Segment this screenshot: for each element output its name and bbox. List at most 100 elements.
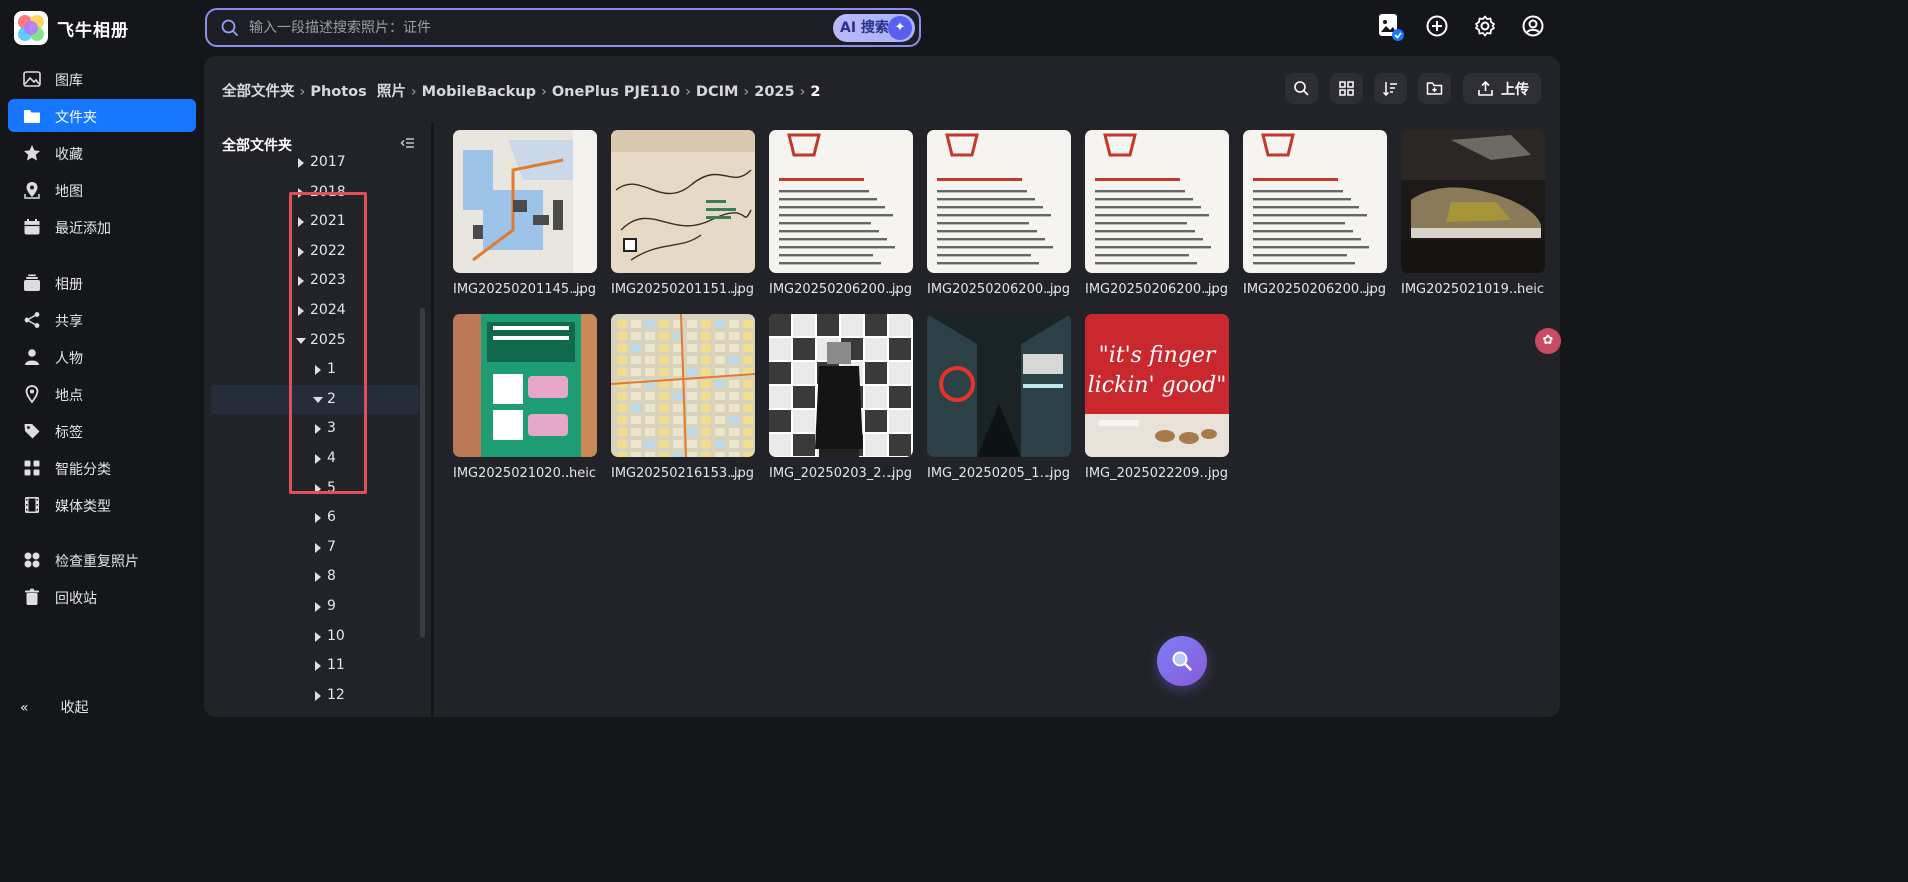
photo-filename: IMG2025021019… — [1401, 282, 1522, 297]
breadcrumb-item[interactable]: Photos 照片 — [310, 80, 406, 101]
floating-search-button[interactable] — [1157, 636, 1207, 686]
collapse-icon: « — [20, 700, 29, 716]
search-button[interactable] — [1285, 73, 1318, 104]
tree-folder-row[interactable]: 12 — [211, 681, 419, 710]
photo-item[interactable]: IMG2025021020… .heic — [453, 314, 597, 482]
sidebar-item-4[interactable]: 最近添加 — [8, 210, 196, 243]
photo-thumbnail[interactable] — [1401, 130, 1545, 273]
tree-folder-row[interactable]: 10 — [211, 622, 419, 651]
photo-thumbnail[interactable] — [769, 314, 913, 457]
photo-thumbnail[interactable] — [611, 130, 755, 273]
photo-item[interactable]: IMG20250206200… .jpg — [927, 130, 1071, 298]
caret-right-icon[interactable] — [315, 631, 321, 642]
tree-folder-label: 11 — [327, 657, 345, 674]
caret-right-icon[interactable] — [315, 542, 321, 553]
search-bar[interactable]: AI 搜索 ✦ — [205, 8, 921, 47]
caret-right-icon[interactable] — [315, 602, 321, 612]
breadcrumb-separator-icon: › — [410, 84, 417, 100]
folder-add-icon — [1426, 82, 1443, 95]
photo-item[interactable]: IMG2025021019… .heic — [1401, 130, 1545, 298]
tree-folder-label: 7 — [327, 538, 336, 555]
breadcrumb-item[interactable]: 全部文件夹 — [222, 80, 295, 101]
photo-caption: IMG2025021019… .heic — [1401, 282, 1551, 298]
photo-item[interactable]: IMG20250206200… .jpg — [769, 130, 913, 298]
photo-thumbnail[interactable]: "it's finger lickin' good""it's fingerli… — [1085, 314, 1229, 457]
breadcrumb-item[interactable]: DCIM — [696, 84, 739, 100]
sort-button[interactable] — [1374, 73, 1407, 104]
sidebar-item-1[interactable]: 文件夹 — [8, 99, 196, 132]
sidebar-item-13[interactable]: 回收站 — [8, 580, 196, 613]
magnifier-icon — [1172, 651, 1192, 671]
photo-item[interactable]: IMG20250216153… .jpg — [611, 314, 755, 482]
photo-badge-icon[interactable] — [1377, 12, 1405, 42]
sidebar-item-7[interactable]: 人物 — [8, 340, 196, 373]
sidebar-item-3[interactable]: 地图 — [8, 173, 196, 206]
tree-folder-row[interactable]: 6 — [211, 503, 419, 532]
photo-item[interactable]: IMG20250206200… .jpg — [1085, 130, 1229, 298]
photo-extension: .jpg — [571, 282, 596, 297]
user-icon[interactable] — [1521, 14, 1545, 38]
caret-right-icon[interactable] — [315, 661, 321, 672]
photo-thumbnail[interactable] — [1085, 130, 1229, 273]
add-icon[interactable] — [1425, 14, 1449, 38]
sidebar-item-11[interactable]: 媒体类型 — [8, 488, 196, 521]
photo-thumbnail[interactable] — [611, 314, 755, 457]
sidebar-item-5[interactable]: 相册 — [8, 266, 196, 299]
breadcrumb-item[interactable]: OnePlus PJE110 — [552, 84, 680, 100]
photo-item[interactable]: IMG_20250205_1… .jpg — [927, 314, 1071, 482]
photo-thumbnail[interactable] — [1243, 130, 1387, 273]
caret-right-icon[interactable] — [315, 572, 321, 583]
tree-folder-row[interactable]: 2017 — [211, 154, 419, 177]
photo-item[interactable]: IMG20250206200… .jpg — [1243, 130, 1387, 298]
upload-button[interactable]: 上传 — [1463, 73, 1541, 104]
settings-icon[interactable] — [1473, 14, 1497, 38]
tree-folder-row[interactable]: 7 — [211, 533, 419, 562]
grid-view-button[interactable] — [1330, 73, 1363, 104]
caret-right-icon[interactable] — [315, 690, 321, 701]
sidebar-item-label: 检查重复照片 — [55, 554, 139, 570]
sidebar-item-2[interactable]: 收藏 — [8, 136, 196, 169]
ai-search-label: AI 搜索 — [840, 20, 889, 36]
panel-divider[interactable] — [431, 122, 434, 717]
photo-caption: IMG2025021020… .heic — [453, 466, 603, 482]
tree-folder-row[interactable]: 9 — [211, 592, 419, 621]
photo-thumbnail[interactable] — [927, 314, 1071, 457]
photo-thumbnail[interactable] — [453, 314, 597, 457]
tree-scrollbar[interactable] — [420, 308, 425, 638]
photo-item[interactable]: IMG20250201151… .jpg — [611, 130, 755, 298]
assistant-float-icon[interactable]: ✿ — [1535, 328, 1561, 354]
photo-thumbnail[interactable] — [927, 130, 1071, 273]
photo-thumbnail[interactable] — [769, 130, 913, 273]
tree-folder-row[interactable]: 11 — [211, 651, 419, 680]
sidebar-item-6[interactable]: 共享 — [8, 303, 196, 336]
new-folder-button[interactable] — [1418, 73, 1451, 104]
photo-item[interactable]: IMG_20250203_2… .jpg — [769, 314, 913, 482]
sidebar-item-9[interactable]: 标签 — [8, 414, 196, 447]
sidebar-item-8[interactable]: 地点 — [8, 377, 196, 410]
calendar-icon — [24, 219, 40, 235]
photo-extension: .jpg — [1203, 282, 1228, 297]
sidebar-item-0[interactable]: 图库 — [8, 62, 196, 95]
ai-search-button[interactable]: AI 搜索 ✦ — [833, 14, 915, 42]
caret-right-icon[interactable] — [298, 158, 304, 168]
breadcrumb-item[interactable]: MobileBackup — [422, 84, 536, 100]
tree-folder-row[interactable]: 8 — [211, 562, 419, 591]
photo-thumbnail[interactable] — [453, 130, 597, 273]
breadcrumb-item[interactable]: 2 — [810, 84, 820, 100]
collapse-tree-icon[interactable] — [400, 136, 416, 150]
collapse-button[interactable]: « 收起 — [20, 697, 88, 717]
photo-caption: IMG_20250203_2… .jpg — [769, 466, 919, 482]
photo-item[interactable]: "it's finger lickin' good""it's fingerli… — [1085, 314, 1229, 482]
photo-extension: .jpg — [887, 282, 912, 297]
breadcrumb-item[interactable]: 2025 — [754, 84, 794, 100]
map-icon — [24, 182, 40, 199]
sidebar-item-10[interactable]: 智能分类 — [8, 451, 196, 484]
sidebar-item-12[interactable]: 检查重复照片 — [8, 543, 196, 576]
photo-item[interactable]: IMG20250201145… .jpg — [453, 130, 597, 298]
caret-right-icon[interactable] — [315, 513, 321, 524]
sort-icon — [1382, 82, 1397, 97]
photo-extension: .jpg — [729, 466, 754, 481]
grid-icon — [1339, 81, 1354, 96]
search-input[interactable] — [249, 16, 809, 40]
sidebar-item-label: 人物 — [55, 351, 83, 367]
